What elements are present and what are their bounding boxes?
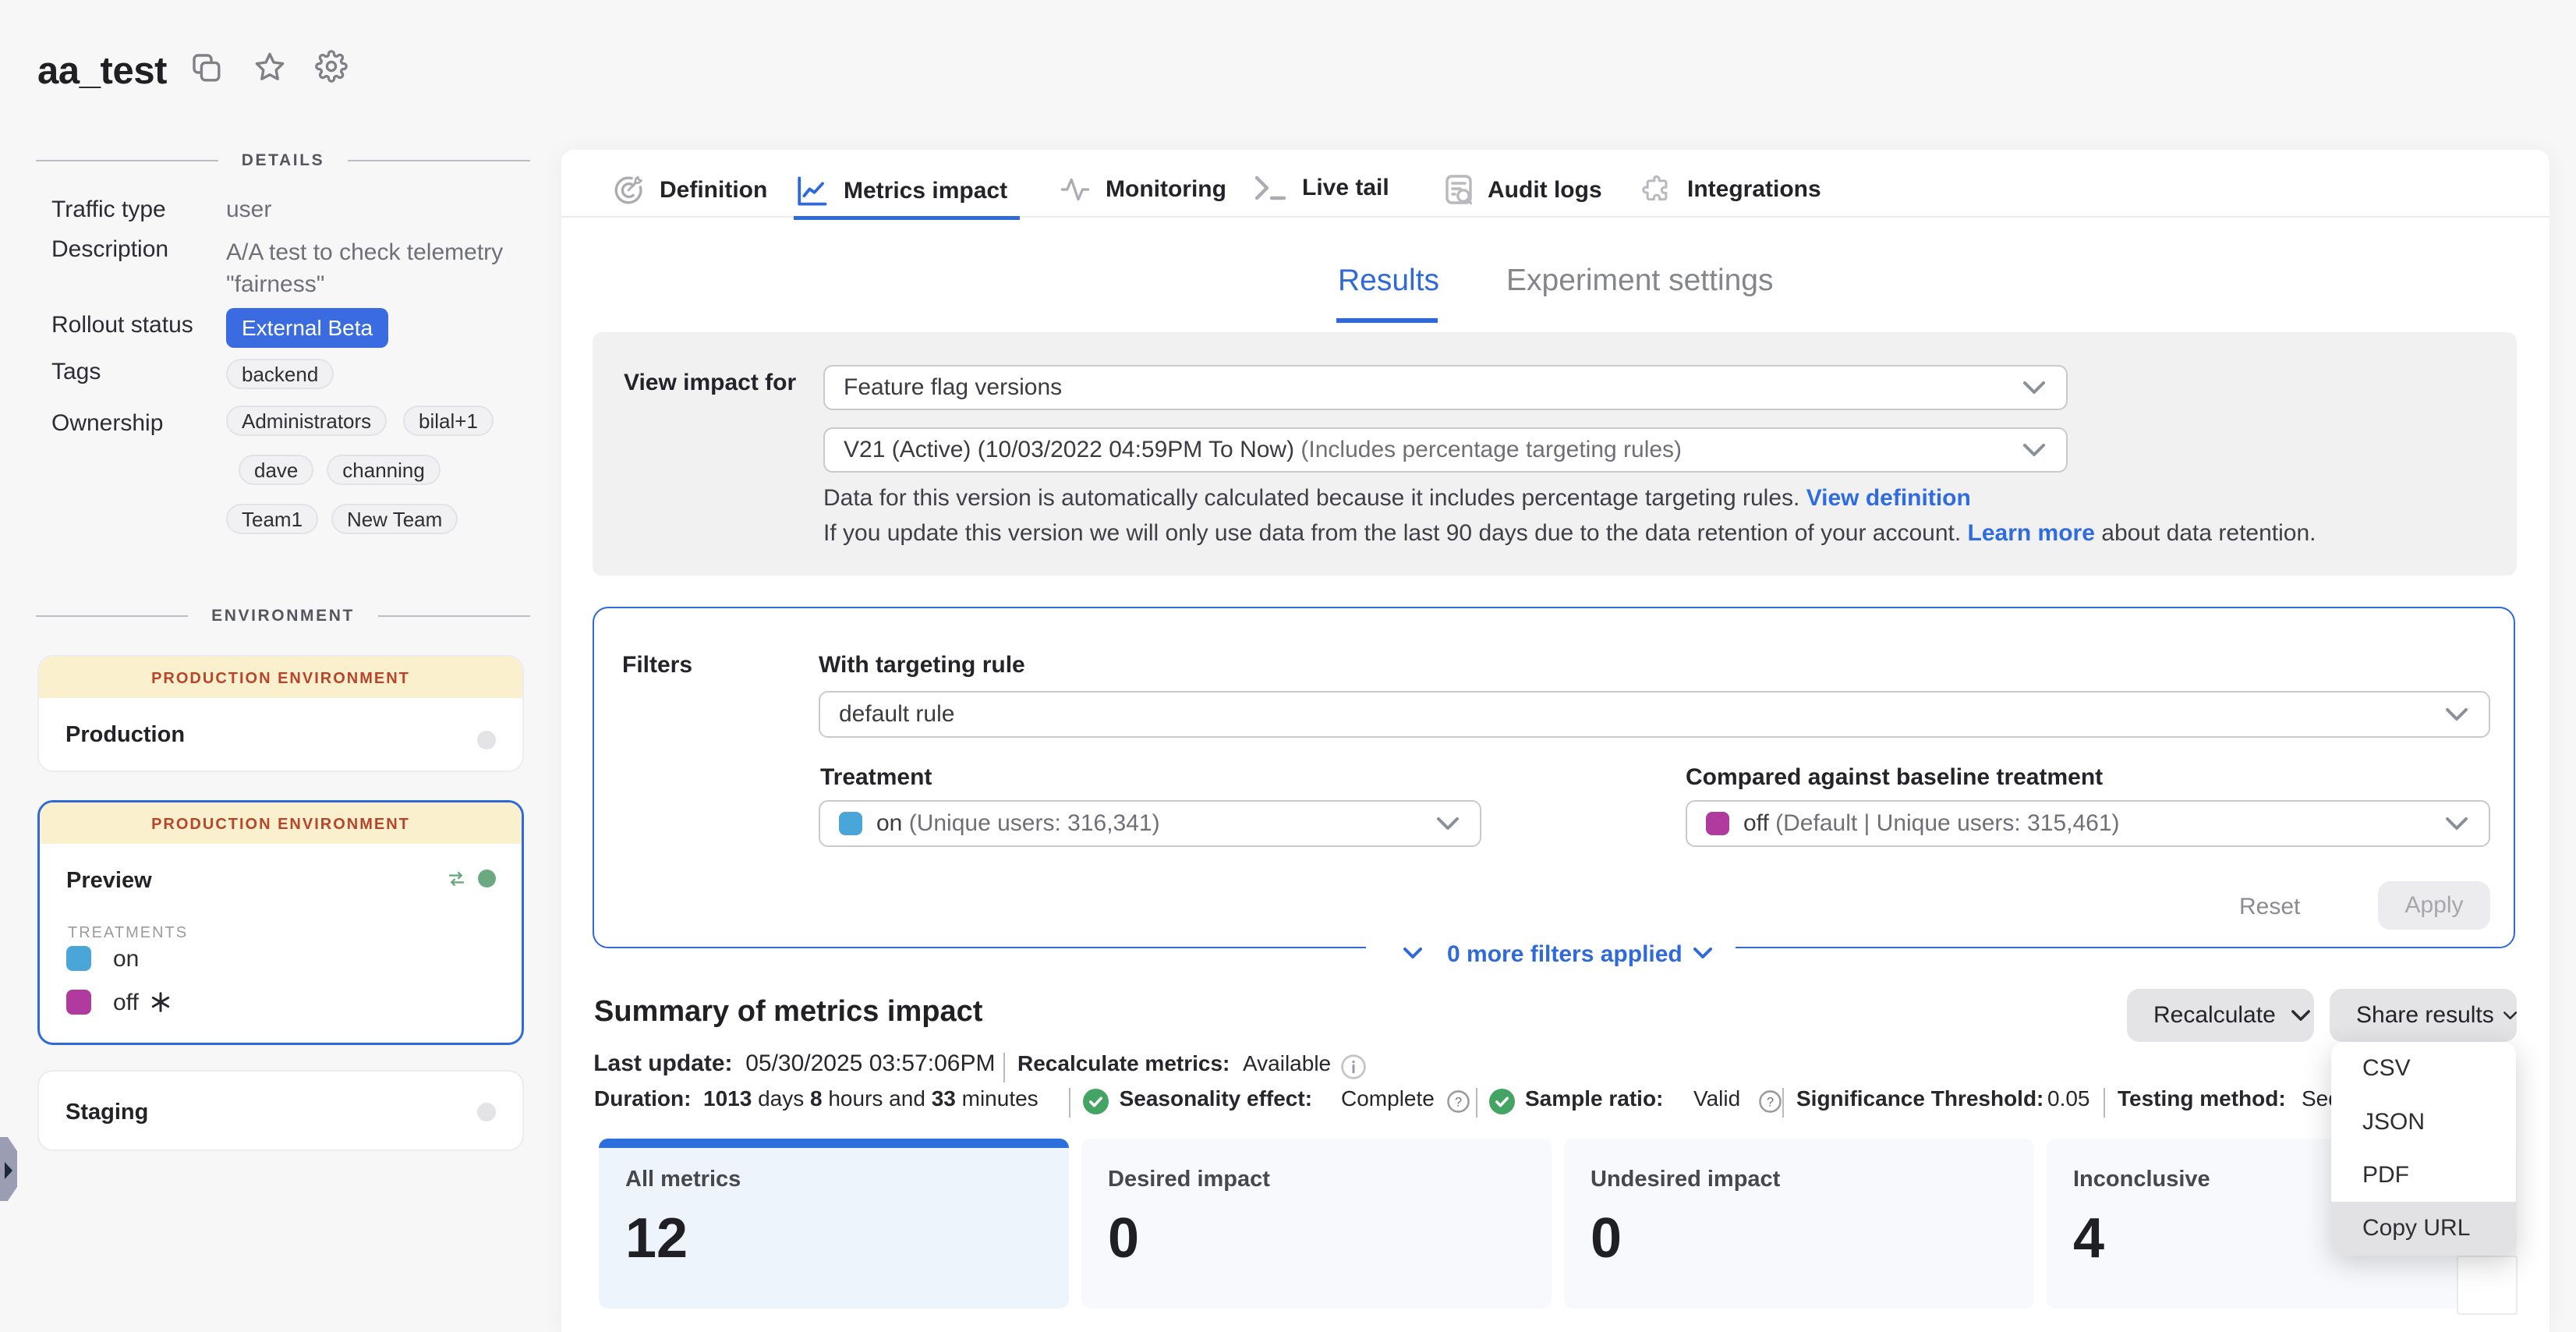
svg-text:?: ? <box>1455 1095 1462 1109</box>
svg-text:?: ? <box>1767 1095 1774 1109</box>
